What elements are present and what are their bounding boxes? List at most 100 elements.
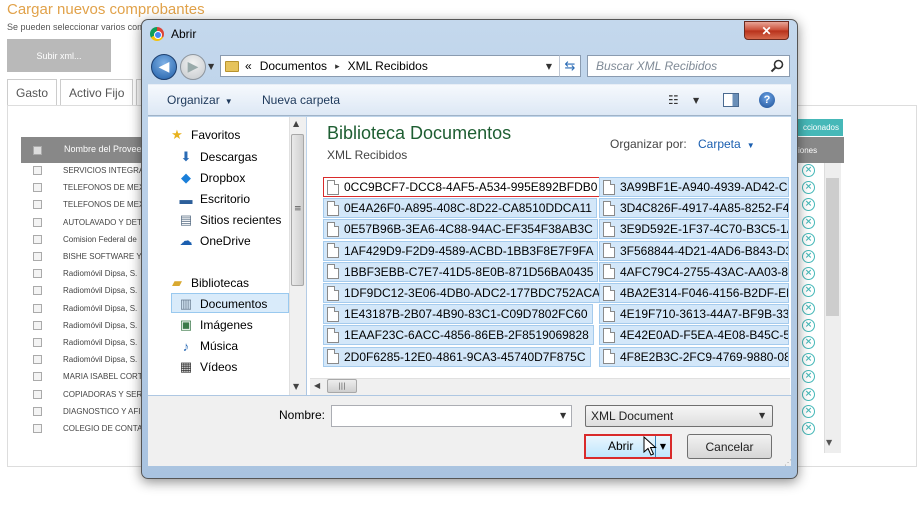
nav-favoritos[interactable]: ★ Favoritos [169, 127, 240, 142]
scroll-left-icon[interactable]: ◀ [314, 381, 320, 390]
organize-menu[interactable]: Organizar ▼ [167, 93, 233, 107]
row-checkbox[interactable] [33, 286, 42, 296]
file-item[interactable]: 2D0F6285-12E0-4861-9CA3-45740D7F875C [323, 346, 591, 367]
file-item[interactable]: 1E43187B-2B07-4B90-83C1-C09D7802FC60 [323, 304, 593, 325]
address-segment-documentos[interactable]: Documentos [260, 59, 327, 73]
files-hscrollbar-thumb[interactable]: ||| [327, 379, 357, 393]
row-checkbox[interactable] [33, 252, 42, 261]
filetype-select[interactable]: XML Document [585, 405, 773, 427]
file-item[interactable]: 4E19F710-3613-44A7-BF9B-3325 [599, 304, 789, 325]
close-button[interactable]: ✕ [744, 21, 789, 40]
chevron-right-icon[interactable]: ▸ [335, 61, 340, 72]
library-subtitle: XML Recibidos [327, 148, 408, 162]
open-button-label[interactable]: Abrir [608, 439, 633, 453]
new-folder-button[interactable]: Nueva carpeta [262, 93, 340, 107]
file-item[interactable]: 4E42E0AD-F5EA-4E08-B45C-5815 [599, 325, 789, 346]
row-checkbox[interactable] [33, 183, 42, 193]
file-item[interactable]: 3F568844-4D21-4AD6-B843-D329 [599, 240, 789, 261]
row-checkbox[interactable] [33, 166, 42, 175]
nav-descargas[interactable]: ⬇ Descargas [178, 149, 258, 164]
file-item[interactable]: 3A99BF1E-A940-4939-AD42-CD2 [599, 177, 789, 197]
file-item[interactable]: 0CC9BCF7-DCC8-4AF5-A534-995E892BFDB0 [323, 177, 603, 197]
file-item[interactable]: 0E4A26F0-A895-408C-8D22-CA8510DDCA11 [323, 198, 597, 219]
search-icon[interactable] [769, 58, 785, 74]
file-item[interactable]: 1DF9DC12-3E06-4DB0-ADC2-177BDC752ACA [323, 283, 606, 303]
row-checkbox[interactable] [33, 372, 42, 382]
remove-row-icon[interactable]: × [802, 387, 815, 401]
view-options-icon[interactable]: ☷ [668, 93, 682, 107]
scroll-up-icon[interactable]: ▲ [293, 119, 299, 128]
file-item[interactable]: 1AF429D9-F2D9-4589-ACBD-1BB3F8E7F9FA [323, 240, 599, 261]
nav-dropbox[interactable]: ◆ Dropbox [178, 170, 245, 185]
remove-row-icon[interactable]: × [802, 422, 815, 435]
row-checkbox[interactable] [33, 234, 42, 244]
row-checkbox[interactable] [33, 355, 42, 365]
nav-bibliotecas[interactable]: ▰ Bibliotecas [169, 275, 249, 290]
cancel-button[interactable]: Cancelar [687, 434, 772, 459]
help-icon[interactable]: ? [759, 92, 775, 108]
file-name: 1E43187B-2B07-4B90-83C1-C09D7802FC60 [344, 307, 588, 322]
remove-row-icon[interactable]: × [802, 215, 815, 229]
nav-musica[interactable]: ♪ Música [178, 339, 238, 354]
nav-imagenes[interactable]: ▣ Imágenes [178, 317, 253, 332]
document-icon [327, 349, 339, 365]
upload-xml-button[interactable]: Subir xml... [7, 39, 111, 72]
filename-input[interactable] [331, 405, 572, 427]
filename-dropdown-icon[interactable]: ▼ [560, 411, 566, 420]
remove-row-icon[interactable]: × [802, 250, 815, 263]
row-checkbox[interactable] [33, 200, 42, 210]
tab-gasto[interactable]: Gasto [7, 79, 58, 105]
resize-grip-icon[interactable]: ⋰ [784, 458, 792, 467]
nav-videos[interactable]: ▦ Vídeos [178, 359, 238, 374]
scroll-down-icon[interactable]: ▼ [293, 382, 299, 391]
row-checkbox[interactable] [33, 389, 42, 399]
file-item[interactable]: 0E57B96B-3EA6-4C88-94AC-EF354F38AB3C [323, 219, 598, 240]
address-dropdown-icon[interactable]: ▼ [540, 55, 558, 77]
open-options-dropdown-icon[interactable]: ▼ [655, 436, 670, 457]
remove-row-icon[interactable]: × [802, 336, 815, 349]
scroll-down-icon[interactable]: ▼ [826, 438, 832, 447]
nav-documentos[interactable]: ▥ Documentos [178, 296, 268, 311]
arrange-by-dropdown[interactable]: Carpeta ▼ [698, 137, 755, 151]
nav-escritorio[interactable]: ▬ Escritorio [178, 192, 251, 207]
row-checkbox[interactable] [33, 320, 42, 330]
remove-row-icon[interactable]: × [802, 404, 815, 418]
dialog-titlebar[interactable] [142, 20, 797, 48]
address-bar[interactable]: « Documentos ▸ XML Recibidos [220, 55, 581, 77]
remove-row-icon[interactable]: × [802, 164, 815, 177]
file-item[interactable]: 3E9D592E-1F37-4C70-B3C5-1AA8 [599, 219, 789, 240]
address-overflow[interactable]: « [245, 59, 252, 73]
row-checkbox[interactable] [33, 406, 42, 416]
table-scrollbar-thumb[interactable] [826, 178, 839, 316]
address-segment-xml-recibidos[interactable]: XML Recibidos [348, 59, 428, 73]
row-checkbox[interactable] [33, 269, 42, 279]
refresh-icon[interactable]: ⇆ [559, 55, 581, 77]
chevron-down-icon[interactable]: ▼ [759, 411, 765, 420]
file-item[interactable]: 4BA2E314-F046-4156-B2DF-ED85 [599, 283, 789, 303]
nav-onedrive[interactable]: ☁ OneDrive [178, 233, 251, 248]
remove-row-icon[interactable]: × [802, 318, 815, 332]
remove-row-icon[interactable]: × [802, 232, 815, 246]
file-item[interactable]: 3D4C826F-4917-4A85-8252-F47D [599, 198, 789, 219]
file-item[interactable]: 1BBF3EBB-C7E7-41D5-8E0B-871D56BA0435 [323, 261, 599, 282]
nav-sitios-recientes[interactable]: ▤ Sitios recientes [178, 212, 282, 227]
back-button[interactable]: ◀ [151, 54, 177, 80]
row-checkbox[interactable] [33, 424, 42, 433]
select-all-checkbox[interactable] [33, 146, 42, 155]
file-item[interactable]: 1EAAF23C-6ACC-4856-86EB-2F8519069828 [323, 325, 594, 346]
history-dropdown-icon[interactable]: ▼ [208, 62, 214, 71]
remove-row-icon[interactable]: × [802, 301, 815, 315]
preview-pane-icon[interactable] [723, 93, 739, 107]
row-checkbox[interactable] [33, 217, 42, 227]
row-checkbox[interactable] [33, 338, 42, 347]
search-input[interactable]: Buscar XML Recibidos [587, 55, 790, 77]
tab-activo-fijo[interactable]: Activo Fijo [60, 79, 134, 105]
file-item[interactable]: 4AFC79C4-2755-43AC-AA03-86A [599, 261, 789, 282]
column-header-name: Nombre del Provee [64, 144, 142, 154]
view-dropdown-icon[interactable]: ▼ [693, 96, 699, 105]
forward-button[interactable]: ▶ [180, 54, 206, 80]
file-item[interactable]: 4F8E2B3C-2FC9-4769-9880-0893 [599, 346, 789, 367]
row-provider-name: MARIA ISABEL CORT [63, 372, 143, 382]
files-hscrollbar[interactable] [310, 378, 790, 395]
row-checkbox[interactable] [33, 303, 42, 313]
